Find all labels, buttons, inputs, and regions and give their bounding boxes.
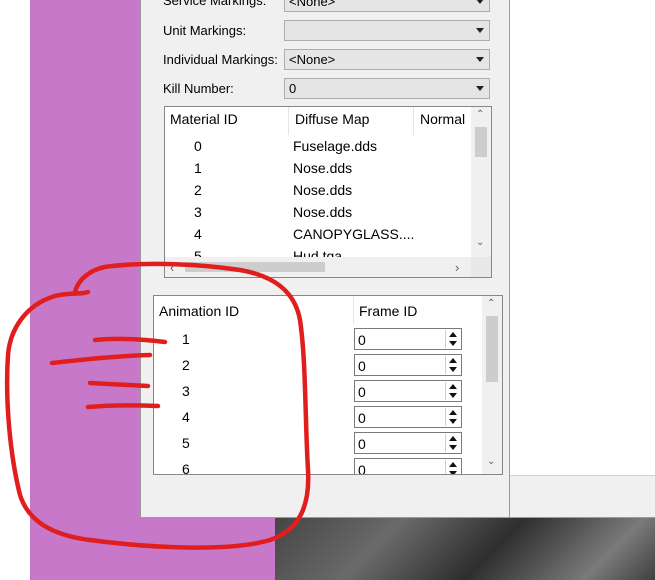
- stepper-up-icon[interactable]: [449, 462, 457, 467]
- scrollbar-thumb[interactable]: [475, 127, 487, 157]
- stepper-up-icon[interactable]: [449, 358, 457, 363]
- column-divider[interactable]: [288, 107, 289, 135]
- frame-id-value: 0: [358, 410, 366, 426]
- frame-id-value: 0: [358, 384, 366, 400]
- frame-id-stepper[interactable]: 0: [354, 458, 462, 475]
- kill-number-value: 0: [289, 81, 297, 96]
- desktop-background: [0, 0, 30, 580]
- kill-number-label: Kill Number:: [163, 81, 234, 96]
- animation-id-cell: 6: [182, 461, 190, 475]
- frame-id-stepper[interactable]: 0: [354, 380, 462, 402]
- animation-list[interactable]: Animation ID Frame ID 1 0 2 0 3 0 4 0 5 …: [153, 295, 503, 475]
- frame-id-stepper[interactable]: 0: [354, 328, 462, 350]
- column-header-diffuse-map[interactable]: Diffuse Map: [295, 111, 369, 127]
- stepper-buttons[interactable]: [445, 434, 460, 452]
- horizontal-scrollbar[interactable]: ‹ ›: [165, 257, 471, 277]
- frame-id-stepper[interactable]: 0: [354, 406, 462, 428]
- scroll-right-icon[interactable]: ›: [455, 260, 459, 275]
- scrollbar-thumb[interactable]: [486, 316, 498, 382]
- column-divider[interactable]: [413, 107, 414, 135]
- diffuse-map-cell: Fuselage.dds: [293, 138, 378, 154]
- animation-id-cell: 3: [182, 383, 190, 399]
- stepper-down-icon[interactable]: [449, 445, 457, 450]
- frame-id-value: 0: [358, 358, 366, 374]
- animation-id-cell: 1: [182, 331, 190, 347]
- stepper-up-icon[interactable]: [449, 384, 457, 389]
- diffuse-map-cell: CANOPYGLASS....: [293, 226, 415, 242]
- material-id-cell: 3: [194, 204, 202, 220]
- unit-markings-combo[interactable]: [284, 20, 490, 41]
- individual-markings-value: <None>: [289, 52, 336, 67]
- diffuse-map-cell: Nose.dds: [293, 182, 353, 198]
- scroll-up-icon[interactable]: ⌃: [476, 109, 484, 120]
- chevron-down-icon: [476, 28, 484, 33]
- diffuse-map-cell: Nose.dds: [293, 204, 353, 220]
- frame-id-stepper[interactable]: 0: [354, 432, 462, 454]
- column-header-normal[interactable]: Normal: [420, 111, 465, 127]
- chevron-down-icon: [476, 57, 484, 62]
- scrollbar-corner: [471, 257, 491, 277]
- stepper-buttons[interactable]: [445, 330, 460, 348]
- scrollbar-thumb[interactable]: [185, 262, 325, 272]
- material-id-cell: 0: [194, 138, 202, 154]
- chevron-down-icon: [476, 86, 484, 91]
- frame-id-value: 0: [358, 462, 366, 475]
- column-header-frame-id[interactable]: Frame ID: [359, 303, 417, 319]
- dialog-footer-panel: [510, 475, 655, 518]
- animation-id-cell: 5: [182, 435, 190, 451]
- stepper-down-icon[interactable]: [449, 341, 457, 346]
- material-list[interactable]: Material ID Diffuse Map Normal 0 Fuselag…: [164, 106, 492, 278]
- stepper-down-icon[interactable]: [449, 393, 457, 398]
- service-markings-combo[interactable]: <None>: [284, 0, 490, 12]
- stepper-down-icon[interactable]: [449, 471, 457, 474]
- stepper-up-icon[interactable]: [449, 410, 457, 415]
- stepper-down-icon[interactable]: [449, 419, 457, 424]
- service-markings-value: <None>: [289, 0, 336, 9]
- stepper-buttons[interactable]: [445, 382, 460, 400]
- stepper-buttons[interactable]: [445, 408, 460, 426]
- chevron-down-icon: [476, 0, 484, 4]
- stepper-up-icon[interactable]: [449, 436, 457, 441]
- frame-id-value: 0: [358, 332, 366, 348]
- column-header-material-id[interactable]: Material ID: [170, 111, 238, 127]
- kill-number-combo[interactable]: 0: [284, 78, 490, 99]
- stepper-buttons[interactable]: [445, 356, 460, 374]
- stepper-buttons[interactable]: [445, 460, 460, 474]
- animation-id-cell: 4: [182, 409, 190, 425]
- material-id-cell: 2: [194, 182, 202, 198]
- properties-dialog: Service Markings: <None> Unit Markings: …: [140, 0, 510, 518]
- scroll-down-icon[interactable]: ⌄: [487, 456, 495, 467]
- stepper-up-icon[interactable]: [449, 332, 457, 337]
- individual-markings-combo[interactable]: <None>: [284, 49, 490, 70]
- material-id-cell: 1: [194, 160, 202, 176]
- stepper-down-icon[interactable]: [449, 367, 457, 372]
- diffuse-map-cell: Nose.dds: [293, 160, 353, 176]
- vertical-scrollbar[interactable]: ⌃ ⌄: [471, 107, 491, 257]
- column-divider[interactable]: [353, 296, 354, 324]
- column-header-animation-id[interactable]: Animation ID: [159, 303, 239, 319]
- frame-id-stepper[interactable]: 0: [354, 354, 462, 376]
- unit-markings-label: Unit Markings:: [163, 23, 247, 38]
- frame-id-value: 0: [358, 436, 366, 452]
- scroll-up-icon[interactable]: ⌃: [487, 298, 495, 309]
- vertical-scrollbar[interactable]: ⌃ ⌄: [482, 296, 502, 474]
- individual-markings-label: Individual Markings:: [163, 52, 278, 67]
- service-markings-label: Service Markings:: [163, 0, 267, 8]
- scroll-left-icon[interactable]: ‹: [170, 260, 174, 275]
- material-id-cell: 4: [194, 226, 202, 242]
- scroll-down-icon[interactable]: ⌄: [476, 237, 484, 248]
- animation-id-cell: 2: [182, 357, 190, 373]
